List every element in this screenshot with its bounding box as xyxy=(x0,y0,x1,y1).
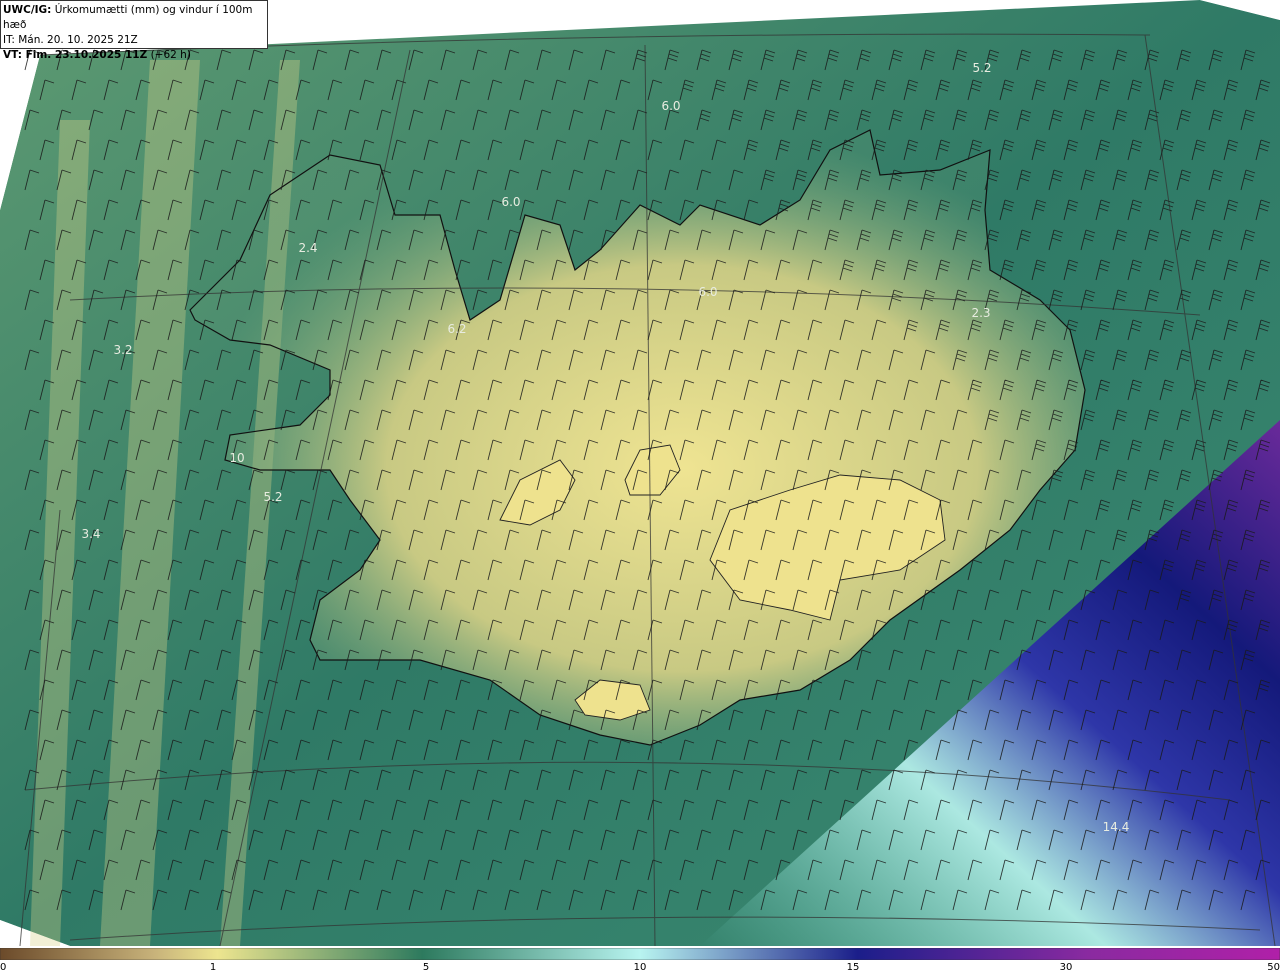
valid-time-line: VT: Fim. 23.10.2025 11Z (+62 h) xyxy=(3,48,265,63)
colorbar xyxy=(0,948,1280,960)
info-box: UWC/IG: Úrkomumætti (mm) og vindur í 100… xyxy=(0,0,268,61)
value-label: 2.4 xyxy=(298,241,317,255)
value-label: 14.4 xyxy=(1103,820,1130,834)
value-label: 3.4 xyxy=(81,527,100,541)
value-label: 6.0 xyxy=(698,285,717,299)
precipitation-map[interactable]: 5.2 6.0 6.0 2.4 6.0 6.2 2.3 3.2 10 5.2 3.4 14.4 xyxy=(0,0,1280,946)
value-label: 3.2 xyxy=(113,343,132,357)
colorbar-tick: 5 xyxy=(422,962,430,973)
valid-time: VT: Fim. 23.10.2025 11Z xyxy=(3,49,148,61)
value-label: 2.3 xyxy=(971,306,990,320)
issue-time: IT: Mán. 20. 10. 2025 21Z xyxy=(3,34,138,46)
title-line: UWC/IG: Úrkomumætti (mm) og vindur í 100… xyxy=(3,3,265,33)
value-label: 5.2 xyxy=(263,490,282,504)
value-label: 5.2 xyxy=(972,61,991,75)
colorbar-tick: 30 xyxy=(1059,962,1073,973)
colorbar-tick: 1 xyxy=(209,962,217,973)
colorbar-tick: 50 xyxy=(1267,962,1280,973)
value-label: 6.0 xyxy=(501,195,520,209)
colorbar-tick: 10 xyxy=(633,962,647,973)
model-name: UWC/IG: xyxy=(3,4,52,16)
value-label: 6.2 xyxy=(447,322,466,336)
colorbar-tick: 15 xyxy=(846,962,860,973)
valid-offset: (+62 h) xyxy=(150,49,191,61)
value-label: 6.0 xyxy=(661,99,680,113)
value-label: 10 xyxy=(229,451,244,465)
colorbar-tick: 0 xyxy=(0,962,7,973)
